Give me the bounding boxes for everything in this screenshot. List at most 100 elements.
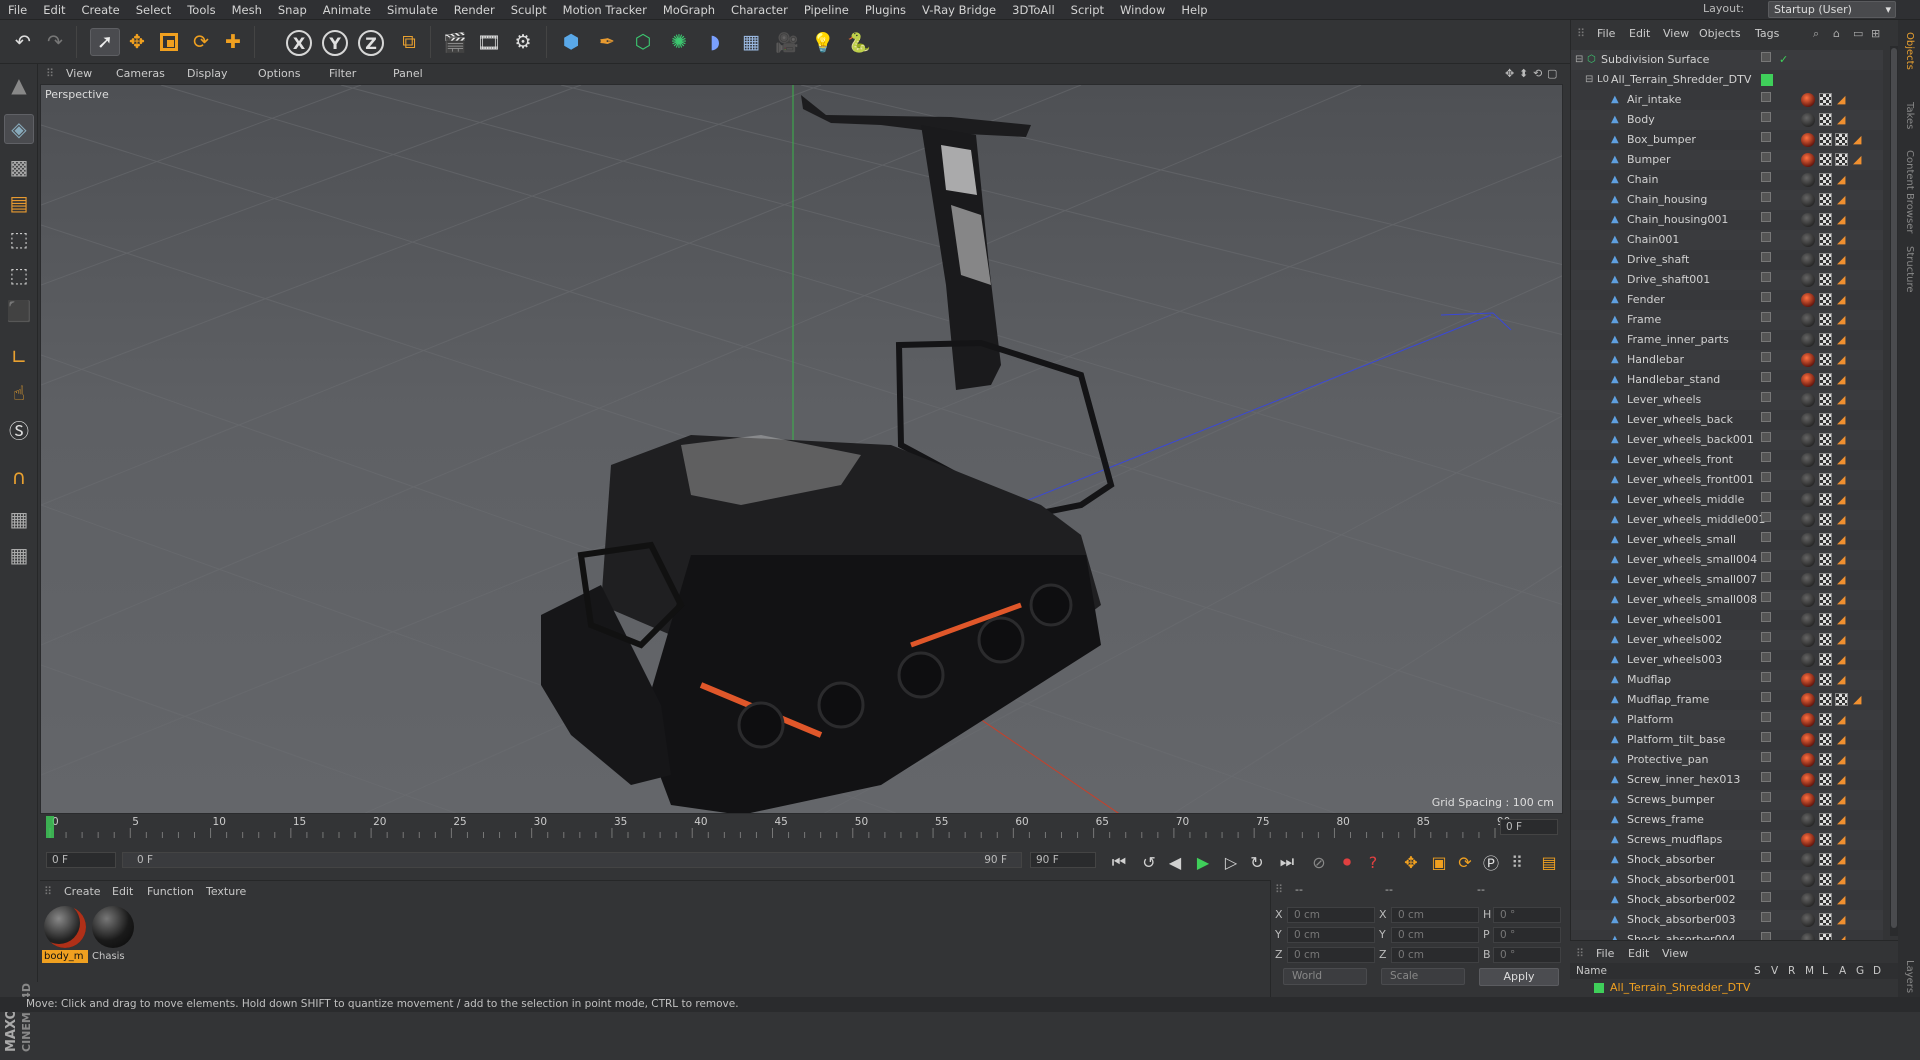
viewport-menu-cameras[interactable]: Cameras [116, 67, 165, 80]
menu-script[interactable]: Script [1063, 0, 1112, 20]
menu-3dtoall[interactable]: 3DToAll [1004, 0, 1063, 20]
editor-visibility-icon[interactable] [1761, 852, 1771, 862]
layer-col-m[interactable]: M [1805, 963, 1814, 979]
phong-tag-icon[interactable]: ◢ [1837, 113, 1849, 127]
menu-tools[interactable]: Tools [179, 0, 223, 20]
editor-visibility-icon[interactable] [1761, 612, 1771, 622]
om-menu-file[interactable]: File [1597, 27, 1615, 40]
phong-tag-icon[interactable]: ◢ [1837, 513, 1849, 527]
uvw-tag-icon[interactable] [1819, 313, 1832, 326]
pos-z-field[interactable]: 0 cm [1287, 947, 1375, 963]
uvw-tag-icon[interactable] [1819, 273, 1832, 286]
material-tag-icon[interactable] [1801, 613, 1815, 627]
render-settings-icon[interactable]: ⚙ [508, 28, 538, 56]
material-tag-icon[interactable] [1801, 513, 1815, 527]
cube-primitive-icon[interactable]: ⬢ [556, 28, 586, 56]
rot-p-field[interactable]: 0 ° [1493, 927, 1561, 943]
uvw-tag-icon[interactable] [1819, 533, 1832, 546]
range-slider[interactable]: 0 F 90 F [122, 852, 1022, 868]
uvw-tag-icon[interactable] [1819, 113, 1832, 126]
uvw-tag-icon[interactable] [1819, 653, 1832, 666]
world-coord-icon[interactable]: ⧉ [394, 28, 424, 56]
tree-row-group[interactable]: ⊟ L0 All_Terrain_Shredder_DTV [1571, 70, 1883, 90]
phong-tag-icon[interactable]: ◢ [1837, 93, 1849, 107]
coord-mode-dropdown[interactable]: World [1283, 968, 1367, 985]
phong-tag-icon[interactable]: ◢ [1837, 253, 1849, 267]
menu-simulate[interactable]: Simulate [379, 0, 446, 20]
material-body-m[interactable]: body_m [42, 904, 88, 963]
planar-workplane-icon[interactable]: ▦ [4, 540, 34, 570]
menu-character[interactable]: Character [723, 0, 796, 20]
editor-visibility-icon[interactable] [1761, 732, 1771, 742]
tweak-mode-icon[interactable]: ☝ [4, 378, 34, 408]
polygons-mode-icon[interactable]: ⬛ [4, 296, 34, 326]
phong-tag-icon[interactable]: ◢ [1837, 173, 1849, 187]
end-frame-field[interactable]: 90 F [1030, 852, 1096, 868]
menu-help[interactable]: Help [1173, 0, 1215, 20]
tree-row-object[interactable]: ▲ Chain_housing001 ◢ [1571, 210, 1883, 230]
uvw-tag-icon[interactable] [1819, 173, 1832, 186]
y-axis-lock[interactable]: Y [322, 30, 348, 56]
material-tag-icon[interactable] [1801, 733, 1815, 747]
array-icon[interactable]: ✺ [664, 28, 694, 56]
mat-menu-function[interactable]: Function [147, 885, 194, 898]
menu-snap[interactable]: Snap [270, 0, 315, 20]
uvw-tag-icon[interactable] [1819, 733, 1832, 746]
render-picture-viewer-icon[interactable]: 🎞 [474, 28, 504, 56]
tree-row-object[interactable]: ▲ Platform ◢ [1571, 710, 1883, 730]
uvw-tag-icon[interactable] [1819, 393, 1832, 406]
render-view-icon[interactable]: 🎬 [440, 28, 470, 56]
phong-tag-icon[interactable]: ◢ [1837, 753, 1849, 767]
tree-row-object[interactable]: ▲ Platform_tilt_base ◢ [1571, 730, 1883, 750]
menu-mesh[interactable]: Mesh [224, 0, 270, 20]
uvw-tag-icon[interactable] [1819, 333, 1832, 346]
editor-visibility-icon[interactable] [1761, 492, 1771, 502]
editor-visibility-icon[interactable] [1761, 252, 1771, 262]
material-tag-icon[interactable] [1801, 773, 1815, 787]
phong-tag-icon[interactable]: ◢ [1837, 673, 1849, 687]
points-mode-icon[interactable]: ⬚ [4, 224, 34, 254]
tab-layers[interactable]: Layers [1904, 960, 1915, 993]
phong-tag-icon[interactable]: ◢ [1853, 153, 1865, 167]
phong-tag-icon[interactable]: ◢ [1837, 273, 1849, 287]
collapse-icon[interactable]: ⊟ [1585, 75, 1594, 85]
uvw-tag-icon[interactable] [1819, 693, 1832, 706]
uvw-tag-icon[interactable] [1819, 453, 1832, 466]
material-tag-icon[interactable] [1801, 153, 1815, 167]
material-tag-icon[interactable] [1801, 113, 1815, 127]
editor-visibility-icon[interactable] [1761, 872, 1771, 882]
tree-row-object[interactable]: ▲ Lever_wheels002 ◢ [1571, 630, 1883, 650]
uvw-tag-icon[interactable] [1819, 613, 1832, 626]
editor-visibility-icon[interactable] [1761, 132, 1771, 142]
undo-icon[interactable]: ↶ [8, 28, 38, 56]
playhead[interactable] [46, 816, 54, 838]
material-tag-icon[interactable] [1801, 353, 1815, 367]
uvw-tag-icon[interactable] [1819, 373, 1832, 386]
material-tag-icon[interactable] [1801, 413, 1815, 427]
uvw-tag-icon[interactable] [1819, 673, 1832, 686]
tree-row-object[interactable]: ▲ Protective_pan ◢ [1571, 750, 1883, 770]
tree-row-object[interactable]: ▲ Chain_housing ◢ [1571, 190, 1883, 210]
viewport-camera-label[interactable]: Perspective [45, 88, 109, 101]
axis-mode-icon[interactable]: ∟ [4, 342, 34, 372]
key-pla-icon[interactable]: ⠿ [1506, 851, 1528, 873]
phong-tag-icon[interactable]: ◢ [1837, 853, 1849, 867]
apply-button[interactable]: Apply [1479, 968, 1559, 986]
uvw-tag-icon[interactable] [1819, 353, 1832, 366]
material-tag-icon[interactable] [1801, 793, 1815, 807]
record-keys-icon[interactable]: ⊘ [1308, 851, 1330, 873]
material-tag-icon[interactable] [1801, 673, 1815, 687]
editor-visibility-icon[interactable] [1761, 432, 1771, 442]
viewport-menu-view[interactable]: View [66, 67, 92, 80]
editor-visibility-icon[interactable] [1761, 112, 1771, 122]
editor-visibility-icon[interactable] [1761, 712, 1771, 722]
phong-tag-icon[interactable]: ◢ [1837, 293, 1849, 307]
editor-visibility-icon[interactable] [1761, 792, 1771, 802]
tree-row-object[interactable]: ▲ Lever_wheels001 ◢ [1571, 610, 1883, 630]
editor-visibility-icon[interactable] [1761, 692, 1771, 702]
uvw-tag-icon[interactable] [1819, 853, 1832, 866]
tab-objects[interactable]: Objects [1904, 32, 1915, 70]
phong-tag-icon[interactable]: ◢ [1837, 573, 1849, 587]
menu-mograph[interactable]: MoGraph [655, 0, 723, 20]
material-tag-icon[interactable] [1801, 453, 1815, 467]
